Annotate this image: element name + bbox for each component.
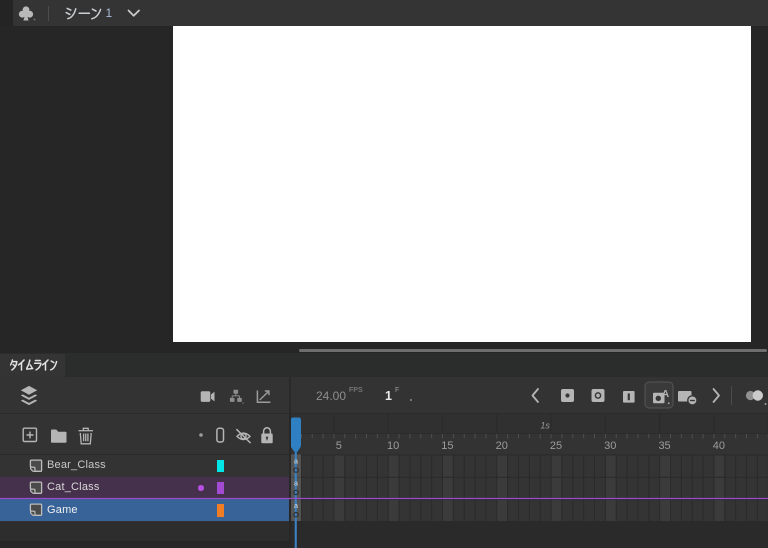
svg-text:A: A — [662, 389, 669, 400]
